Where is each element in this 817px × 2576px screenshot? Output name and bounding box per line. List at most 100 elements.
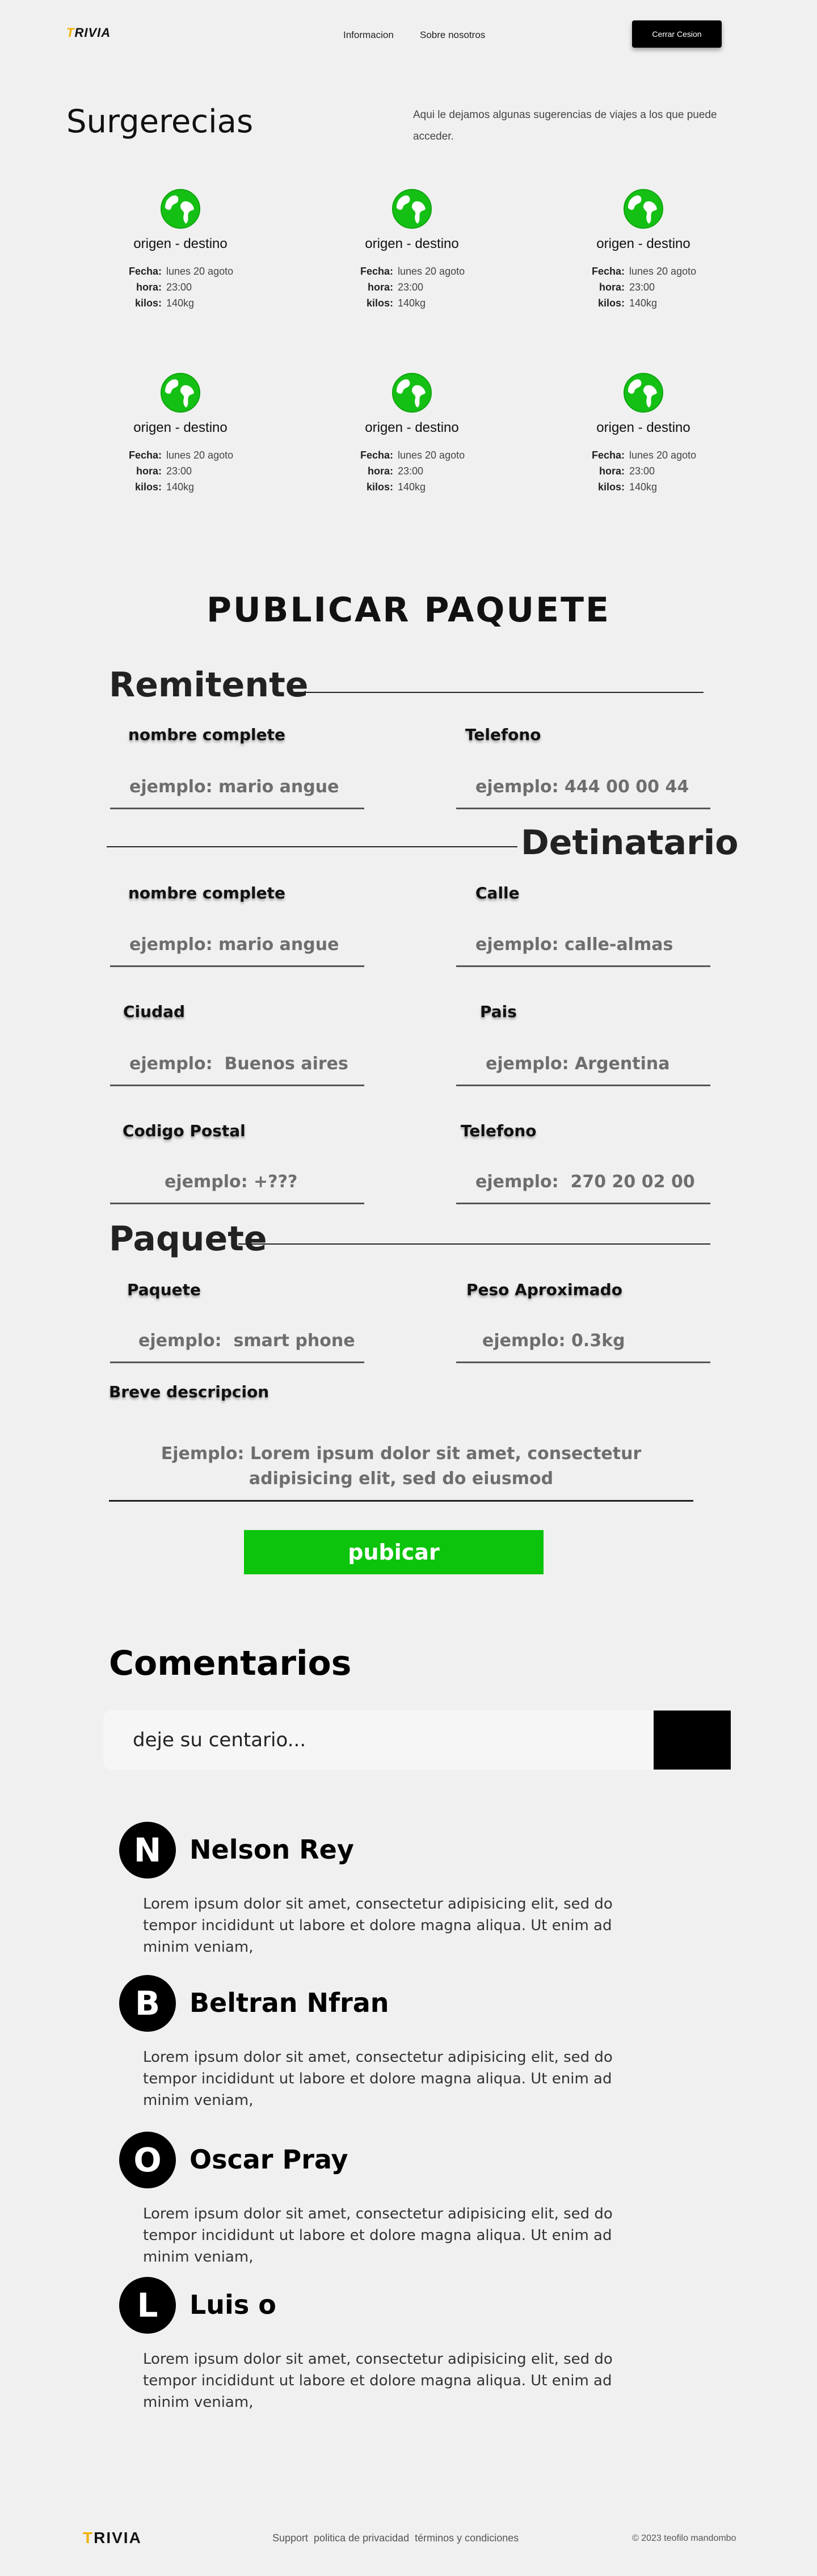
card-route: origen - destino (596, 420, 690, 435)
card-fecha: lunes 20 agoto (629, 266, 697, 277)
comments-title: Comentarios (109, 1644, 352, 1683)
card-route: origen - destino (133, 420, 228, 435)
divider (107, 846, 517, 847)
card-hora-label: hora: (599, 465, 625, 477)
globe-icon (392, 373, 432, 413)
nav-informacion[interactable]: Informacion (343, 30, 394, 41)
card-fecha: lunes 20 agoto (398, 266, 465, 277)
remitente-phone-input[interactable] (456, 766, 710, 809)
avatar: B (119, 1975, 176, 2032)
card-fecha: lunes 20 agoto (166, 266, 234, 277)
destinatario-heading: Detinatario (521, 823, 739, 863)
avatar: L (119, 2277, 176, 2334)
avatar: O (119, 2132, 176, 2188)
card-fecha-label: Fecha: (591, 266, 625, 277)
remitente-name-input[interactable] (110, 766, 364, 809)
weight-label: Peso Aproximado (466, 1280, 622, 1299)
card-hora-label: hora: (599, 281, 625, 293)
destinatario-postal-label: Codigo Postal (123, 1121, 246, 1140)
destinatario-phone-label: Telefono (461, 1121, 537, 1140)
card-route: origen - destino (596, 236, 690, 251)
card-fecha-label: Fecha: (128, 449, 162, 461)
footer-copyright: © 2023 teofilo mandombo (632, 2533, 736, 2543)
card-hora: 23:00 (629, 465, 655, 477)
suggestion-card[interactable]: origen - destino Fecha: lunes 20 agoto hora… (95, 188, 266, 311)
card-fecha: lunes 20 agoto (398, 449, 465, 461)
card-hora-label: hora: (368, 281, 393, 293)
globe-icon (624, 373, 663, 413)
card-details: Fecha: lunes 20 agoto hora: 23:00 kilos: 140k… (95, 263, 266, 311)
card-fecha: lunes 20 agoto (166, 449, 234, 461)
comment-author: Nelson Rey (189, 1834, 354, 1865)
card-fecha-label: Fecha: (591, 449, 625, 461)
card-fecha-label: Fecha: (360, 266, 393, 277)
package-input[interactable] (110, 1320, 364, 1363)
divider (238, 1243, 710, 1245)
destinatario-postal-input[interactable] (110, 1161, 364, 1204)
publish-title: PUBLICAR PAQUETE (206, 590, 611, 630)
card-hora: 23:00 (398, 281, 424, 293)
card-kilos-label: kilos: (366, 481, 393, 493)
weight-input[interactable] (456, 1320, 710, 1363)
card-kilos: 140kg (398, 481, 426, 493)
suggestions-title: Surgerecias (66, 103, 254, 140)
card-fecha: lunes 20 agoto (629, 449, 697, 461)
globe-icon (392, 189, 432, 229)
footer-logo-text: RIVIA (94, 2529, 142, 2546)
destinatario-city-input[interactable] (110, 1043, 364, 1086)
suggestion-card[interactable]: origen - destino Fecha: lunes 20 agoto hora… (327, 372, 497, 495)
footer-links: Support politica de privacidad términos … (272, 2532, 519, 2544)
card-kilos-label: kilos: (597, 481, 625, 493)
card-fecha-label: Fecha: (128, 266, 162, 277)
card-route: origen - destino (365, 236, 459, 251)
description-label: Breve descripcion (109, 1382, 269, 1401)
suggestion-card[interactable]: origen - destino Fecha: lunes 20 agoto hora… (327, 188, 497, 311)
suggestions-description: Aqui le dejamos algunas sugerencias de v… (413, 109, 717, 142)
publish-button[interactable]: pubicar (244, 1530, 544, 1574)
card-kilos: 140kg (166, 481, 195, 493)
card-hora-label: hora: (136, 465, 162, 477)
divider (293, 692, 704, 693)
destinatario-street-label: Calle (475, 884, 520, 902)
description-input[interactable] (109, 1442, 693, 1502)
footer-link-support[interactable]: Support (272, 2532, 308, 2544)
card-kilos: 140kg (629, 481, 658, 493)
card-details: Fecha: lunes 20 agoto hora: 23:00 kilos: 140k… (558, 263, 728, 311)
footer-logo-letter: T (83, 2529, 94, 2546)
suggestion-card[interactable]: origen - destino Fecha: lunes 20 agoto hora… (95, 372, 266, 495)
card-kilos: 140kg (629, 297, 658, 309)
globe-icon (624, 189, 663, 229)
comment-input[interactable] (133, 1721, 643, 1759)
footer-link-privacy[interactable]: politica de privacidad (314, 2532, 409, 2544)
globe-icon (161, 189, 200, 229)
destinatario-name-input[interactable] (110, 924, 364, 967)
suggestion-card[interactable]: origen - destino Fecha: lunes 20 agoto hora… (558, 188, 728, 311)
card-kilos: 140kg (166, 297, 195, 309)
comment-text: Lorem ipsum dolor sit amet, consectetur … (143, 2205, 613, 2266)
card-hora: 23:00 (166, 465, 192, 477)
card-hora-label: hora: (136, 281, 162, 293)
nav-sobre-nosotros[interactable]: Sobre nosotros (420, 30, 485, 41)
destinatario-country-input[interactable] (456, 1043, 710, 1086)
destinatario-phone-input[interactable] (456, 1161, 710, 1204)
card-details: Fecha: lunes 20 agoto hora: 23:00 kilos: 140k… (558, 447, 728, 495)
card-hora: 23:00 (629, 281, 655, 293)
destinatario-country-label: Pais (480, 1002, 517, 1021)
comment-author: Beltran Nfran (189, 1987, 389, 2018)
footer-logo[interactable]: TRIVIA (83, 2529, 142, 2547)
avatar: N (119, 1822, 176, 1879)
card-hora-label: hora: (368, 465, 393, 477)
comment-text: Lorem ipsum dolor sit amet, consectetur … (143, 1896, 613, 1956)
footer-link-terms[interactable]: términos y condiciones (415, 2532, 519, 2544)
comment-text: Lorem ipsum dolor sit amet, consectetur … (143, 2351, 613, 2411)
logout-button[interactable]: Cerrar Cesion (632, 20, 722, 48)
card-route: origen - destino (365, 420, 459, 435)
card-details: Fecha: lunes 20 agoto hora: 23:00 kilos: 140k… (95, 447, 266, 495)
suggestion-card[interactable]: origen - destino Fecha: lunes 20 agoto hora… (558, 372, 728, 495)
comment-submit-button[interactable] (654, 1711, 731, 1770)
logo-letter: T (66, 26, 75, 40)
logo[interactable]: TRIVIA (66, 26, 111, 40)
remitente-phone-label: Telefono (465, 725, 541, 744)
destinatario-street-input[interactable] (456, 924, 710, 967)
card-fecha-label: Fecha: (360, 449, 393, 461)
